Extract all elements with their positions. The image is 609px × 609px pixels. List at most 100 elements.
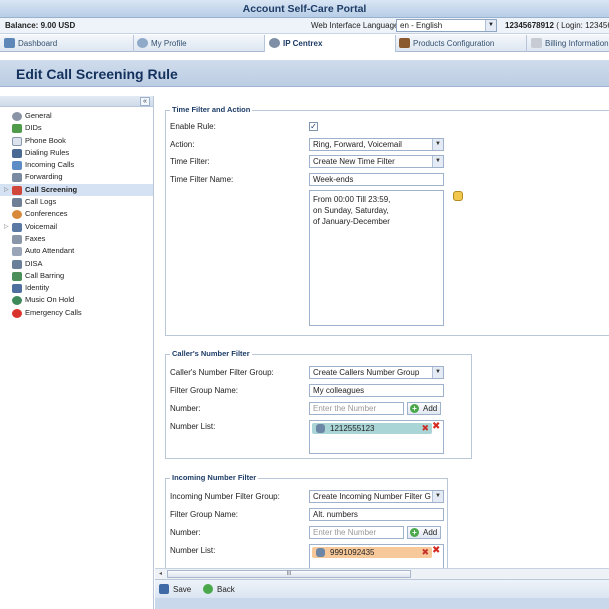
- plus-icon: +: [410, 404, 419, 413]
- balance-text: Balance: 9.00 USD: [5, 21, 76, 30]
- sidebar-item-phone-book[interactable]: Phone Book: [0, 135, 153, 147]
- sidebar-item-general[interactable]: General: [0, 110, 153, 122]
- box-icon: [399, 38, 410, 48]
- callers-group-label: Caller's Number Filter Group:: [170, 368, 274, 377]
- back-label: Back: [217, 585, 235, 594]
- sidebar-item-label: Faxes: [25, 233, 46, 243]
- callers-group-select[interactable]: Create Callers Number Group ▼: [309, 366, 444, 379]
- expand-arrow-icon: ▷: [4, 223, 9, 230]
- sidebar-item-identity[interactable]: Identity: [0, 282, 153, 294]
- sidebar-item-faxes[interactable]: Faxes: [0, 233, 153, 245]
- chevron-down-icon: ▼: [432, 156, 443, 167]
- sidebar-item-call-screening[interactable]: ▷ Call Screening: [0, 183, 153, 197]
- sidebar-item-label: Conferences: [25, 209, 68, 219]
- sidebar-item-label: Voicemail: [25, 221, 58, 231]
- list-item[interactable]: 9991092435 ✖: [312, 547, 432, 558]
- add-label: Add: [423, 528, 438, 537]
- sidebar-item-label: Incoming Calls: [25, 160, 75, 170]
- sidebar-item-forwarding[interactable]: Forwarding: [0, 171, 153, 183]
- scroll-left-icon[interactable]: ◂: [156, 570, 165, 578]
- callers-number-list[interactable]: 1212555123 ✖: [309, 420, 444, 454]
- remove-icon[interactable]: ✖: [421, 547, 429, 558]
- auto-attendant-icon: [12, 247, 22, 257]
- user-icon: [137, 38, 148, 48]
- gear-icon: [269, 38, 280, 48]
- tab-dashboard[interactable]: Dashboard: [0, 35, 134, 52]
- incoming-group-select[interactable]: Create Incoming Number Filter G ▼: [309, 490, 444, 503]
- time-filter-select[interactable]: Create New Time Filter ▼: [309, 155, 444, 168]
- callers-group-name-label: Filter Group Name:: [170, 386, 239, 395]
- sidebar-item-dids[interactable]: DIDs: [0, 122, 153, 134]
- incoming-number-input[interactable]: Enter the Number: [309, 526, 404, 539]
- voicemail-icon: [12, 222, 22, 232]
- save-button[interactable]: Save: [159, 583, 191, 596]
- phone-book-icon: [12, 136, 22, 146]
- callers-add-button[interactable]: + Add: [407, 402, 442, 415]
- enable-rule-label: Enable Rule:: [170, 122, 216, 131]
- login-text: ( Login: 12345678: [556, 21, 609, 30]
- music-note-icon: [12, 296, 22, 306]
- sidebar-item-music-on-hold[interactable]: Music On Hold: [0, 294, 153, 306]
- scroll-thumb[interactable]: III: [167, 570, 411, 578]
- sidebar-item-incoming-calls[interactable]: Incoming Calls: [0, 159, 153, 171]
- action-select[interactable]: Ring, Forward, Voicemail ▼: [309, 138, 444, 151]
- callers-filter-section: Caller's Number Filter Caller's Number F…: [165, 349, 472, 459]
- language-select[interactable]: en - English ▼: [396, 19, 497, 32]
- phone-icon: [316, 424, 325, 433]
- sidebar-item-label: Emergency Calls: [25, 307, 82, 317]
- fax-icon: [12, 234, 22, 244]
- horizontal-scrollbar[interactable]: ◂ III: [155, 568, 609, 579]
- callers-group-name-input[interactable]: My colleagues: [309, 384, 444, 397]
- collapse-button[interactable]: «: [140, 97, 150, 106]
- did-icon: [12, 124, 22, 134]
- incoming-add-button[interactable]: + Add: [407, 526, 442, 539]
- time-filter-description[interactable]: From 00:00 Till 23:59, on Sunday, Saturd…: [309, 190, 444, 326]
- incoming-group-name-input[interactable]: Alt. numbers: [309, 508, 444, 521]
- tab-label: Billing Information: [545, 39, 609, 48]
- time-filter-name-input[interactable]: Week-ends: [309, 173, 444, 186]
- sidebar-item-disa[interactable]: DISA: [0, 258, 153, 270]
- description-line: on Sunday, Saturday,: [313, 206, 389, 215]
- chevron-down-icon: ▼: [432, 367, 443, 378]
- description-line: of January-December: [313, 217, 390, 226]
- sidebar-item-dialing-rules[interactable]: Dialing Rules: [0, 147, 153, 159]
- callers-number-input[interactable]: Enter the Number: [309, 402, 404, 415]
- call-barring-icon: [12, 271, 22, 281]
- spacer: [0, 53, 609, 60]
- sidebar-item-call-logs[interactable]: Call Logs: [0, 196, 153, 208]
- sidebar-item-emergency-calls[interactable]: Emergency Calls: [0, 307, 153, 319]
- sidebar-item-label: DIDs: [25, 123, 42, 133]
- expand-arrow-icon: ▷: [4, 186, 9, 193]
- tab-label: IP Centrex: [283, 39, 323, 48]
- action-value: Ring, Forward, Voicemail: [313, 140, 402, 149]
- emergency-icon: [12, 308, 22, 318]
- delete-icon[interactable]: ✖: [432, 545, 440, 556]
- disa-icon: [12, 259, 22, 269]
- sidebar-item-call-barring[interactable]: Call Barring: [0, 270, 153, 282]
- tab-billing-information[interactable]: Billing Information: [527, 35, 609, 52]
- main-tabs: Dashboard My Profile IP Centrex Products…: [0, 35, 609, 52]
- language-label: Web Interface Language:: [311, 21, 401, 30]
- tab-products-configuration[interactable]: Products Configuration: [396, 35, 527, 52]
- sidebar-item-voicemail[interactable]: ▷ Voicemail: [0, 221, 153, 233]
- callers-filter-legend: Caller's Number Filter: [170, 349, 252, 358]
- sidebar-item-label: Dialing Rules: [25, 147, 70, 157]
- tab-ip-centrex[interactable]: IP Centrex: [265, 35, 396, 52]
- enable-rule-checkbox[interactable]: ✓: [309, 122, 318, 131]
- sidebar-item-label: Auto Attendant: [25, 246, 75, 256]
- time-filter-label: Time Filter:: [170, 157, 210, 166]
- sidebar-item-auto-attendant[interactable]: Auto Attendant: [0, 245, 153, 257]
- sidebar-header: «: [0, 96, 153, 107]
- remove-icon[interactable]: ✖: [421, 423, 429, 434]
- incoming-list-label: Number List:: [170, 546, 216, 555]
- back-button[interactable]: Back: [203, 583, 235, 596]
- bottom-bar: [155, 598, 609, 609]
- edit-period-icon[interactable]: [453, 191, 463, 201]
- tab-my-profile[interactable]: My Profile: [134, 35, 265, 52]
- list-item[interactable]: 1212555123 ✖: [312, 423, 432, 434]
- tab-label: My Profile: [151, 39, 187, 48]
- sidebar-item-conferences[interactable]: Conferences: [0, 208, 153, 220]
- delete-icon[interactable]: ✖: [432, 421, 440, 432]
- incoming-group-name-label: Filter Group Name:: [170, 510, 239, 519]
- incoming-number-list[interactable]: 9991092435 ✖: [309, 544, 444, 570]
